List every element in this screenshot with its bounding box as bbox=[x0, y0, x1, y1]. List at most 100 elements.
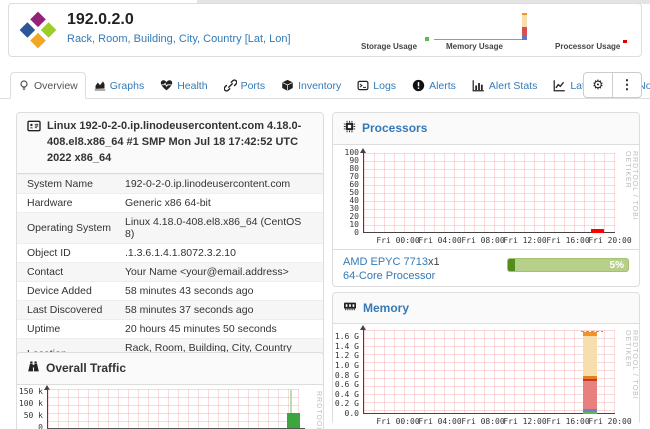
librenms-device-overview-page: 192.0.2.0 Rack, Room, Building, City, Co… bbox=[0, 0, 650, 429]
memory-usage-minigraph-bar bbox=[522, 13, 527, 40]
tab-health[interactable]: Health bbox=[152, 72, 215, 99]
x-tick-label: Fri 16:00 bbox=[546, 237, 590, 245]
tab-label: Overview bbox=[34, 80, 78, 92]
y-tick-label: 0 bbox=[333, 229, 359, 237]
processors-heading: Processors bbox=[333, 113, 639, 145]
y-tick-label: 50 k bbox=[17, 412, 43, 420]
system-info-heading: Linux 192-0-2-0.ip.linodeusercontent.com… bbox=[17, 113, 323, 174]
memory-usage-minigraph[interactable] bbox=[434, 39, 524, 40]
overall-traffic-graph[interactable]: 150 k 100 k 50 k 0 RRDTOOL / TOBI OETIKE… bbox=[17, 385, 323, 429]
y-tick-label: 1.0 G bbox=[333, 362, 359, 370]
device-tab-bar: Overview Graphs Health Ports Inventory L… bbox=[0, 72, 650, 99]
id-card-icon bbox=[27, 119, 41, 138]
cpu-name-link[interactable]: AMD EPYC 7713 bbox=[343, 256, 428, 268]
device-location-link[interactable]: Rack, Room, Building, City, Country [Lat… bbox=[67, 33, 291, 45]
tab-label: Ports bbox=[241, 80, 266, 92]
tab-label: Alerts bbox=[429, 80, 456, 92]
tab-graphs[interactable]: Graphs bbox=[86, 72, 152, 99]
device-title: 192.0.2.0 bbox=[67, 11, 134, 29]
device-settings-button[interactable]: ⚙ bbox=[583, 72, 613, 98]
table-row: System Name192-0-2-0.ip.linodeuserconten… bbox=[17, 174, 323, 193]
x-tick-label: Fri 12:00 bbox=[503, 418, 547, 426]
tabs: Overview Graphs Health Ports Inventory L… bbox=[10, 72, 650, 99]
tab-logs[interactable]: Logs bbox=[349, 72, 404, 99]
x-tick-label: Fri 04:00 bbox=[418, 237, 462, 245]
tab-alert-stats[interactable]: Alert Stats bbox=[464, 72, 545, 99]
tab-label: Health bbox=[177, 80, 207, 92]
gear-icon: ⚙ bbox=[592, 77, 604, 93]
table-row: Object ID.1.3.6.1.4.1.8072.3.2.10 bbox=[17, 243, 323, 262]
memory-heading: Memory bbox=[333, 293, 639, 324]
y-tick-label: 1.2 G bbox=[333, 352, 359, 360]
table-row: Last Discovered58 minutes 37 seconds ago bbox=[17, 300, 323, 319]
y-tick-label: 0.4 G bbox=[333, 391, 359, 399]
y-tick-label: 0.2 G bbox=[333, 400, 359, 408]
processor-usage-minigraph[interactable] bbox=[623, 40, 627, 43]
y-tick-label: 100 k bbox=[17, 400, 43, 408]
processors-graph[interactable]: 100 90 80 70 60 50 40 30 20 10 0 Fri 00:… bbox=[333, 145, 639, 249]
cpu-plot bbox=[363, 153, 615, 233]
device-more-menu-button[interactable]: ⋮ bbox=[612, 72, 642, 98]
tab-ports[interactable]: Ports bbox=[216, 72, 274, 99]
overall-traffic-heading: Overall Traffic bbox=[17, 353, 323, 385]
y-tick-label: 0.6 G bbox=[333, 381, 359, 389]
bar-chart-icon bbox=[472, 79, 485, 92]
y-tick-label: 0.8 G bbox=[333, 372, 359, 380]
table-row: Operating SystemLinux 4.18.0-408.el8.x86… bbox=[17, 212, 323, 243]
traffic-inbound-bar bbox=[287, 413, 300, 428]
table-row: Uptime20 hours 45 minutes 50 seconds bbox=[17, 319, 323, 338]
binoculars-icon bbox=[27, 359, 40, 378]
line-chart-icon bbox=[553, 79, 566, 92]
traffic-plot bbox=[47, 389, 299, 429]
x-tick-label: Fri 00:00 bbox=[376, 418, 420, 426]
device-header-panel: 192.0.2.0 Rack, Room, Building, City, Co… bbox=[8, 3, 642, 57]
terminal-icon bbox=[357, 79, 369, 92]
area-chart-icon bbox=[94, 79, 106, 92]
memory-plot bbox=[363, 330, 615, 414]
x-tick-label: Fri 16:00 bbox=[546, 418, 590, 426]
lightbulb-icon bbox=[18, 79, 30, 92]
processor-list-row: AMD EPYC 7713 x1 64-Core Processor 5% bbox=[333, 249, 639, 286]
cpu-usage-bar bbox=[591, 229, 604, 233]
table-row: HardwareGeneric x86 64-bit bbox=[17, 193, 323, 212]
kebab-menu-icon: ⋮ bbox=[621, 77, 634, 93]
x-tick-label: Fri 04:00 bbox=[418, 418, 462, 426]
x-tick-label: Fri 08:00 bbox=[461, 418, 505, 426]
heartbeat-icon bbox=[160, 79, 173, 92]
memory-usage-label: Memory Usage bbox=[446, 42, 503, 51]
link-icon bbox=[224, 79, 237, 92]
cpu-usage-progress-fill bbox=[508, 259, 515, 271]
cpu-usage-progress-bar: 5% bbox=[507, 258, 629, 272]
rrdtool-watermark: RRDTOOL / TOBI OETIKER bbox=[315, 391, 322, 429]
processor-usage-label: Processor Usage bbox=[555, 42, 620, 51]
system-description: Linux 192-0-2-0.ip.linodeusercontent.com… bbox=[47, 119, 313, 167]
tab-alerts[interactable]: Alerts bbox=[404, 72, 464, 99]
system-info-panel: Linux 192-0-2-0.ip.linodeusercontent.com… bbox=[16, 112, 324, 392]
rrdtool-watermark: RRDTOOL / TOBI OETIKER bbox=[624, 330, 638, 428]
tab-label: Graphs bbox=[110, 80, 144, 92]
cpu-description-link[interactable]: 64-Core Processor bbox=[343, 270, 435, 282]
tab-label: Logs bbox=[373, 80, 396, 92]
tab-label: Inventory bbox=[298, 80, 341, 92]
table-row: Device Added58 minutes 43 seconds ago bbox=[17, 281, 323, 300]
x-tick-label: Fri 08:00 bbox=[461, 237, 505, 245]
memory-title: Memory bbox=[363, 300, 409, 317]
memory-graph[interactable]: 1.6 G 1.4 G 1.2 G 1.0 G 0.8 G 0.6 G 0.4 … bbox=[333, 324, 639, 428]
overall-traffic-panel: Overall Traffic 150 k 100 k 50 k 0 RRDTO… bbox=[16, 352, 324, 429]
y-tick-label: 150 k bbox=[17, 388, 43, 396]
x-tick-label: Fri 00:00 bbox=[376, 237, 420, 245]
processors-panel: Processors 100 90 80 70 60 50 40 30 20 1… bbox=[332, 112, 640, 287]
storage-usage-minigraph[interactable] bbox=[425, 37, 429, 41]
storage-usage-label: Storage Usage bbox=[361, 42, 417, 51]
tab-inventory[interactable]: Inventory bbox=[273, 72, 349, 99]
processors-title: Processors bbox=[362, 120, 427, 137]
memory-ram-icon bbox=[343, 299, 357, 317]
tab-label: Alert Stats bbox=[489, 80, 537, 92]
rrdtool-watermark: RRDTOOL / TOBI OETIKER bbox=[624, 151, 638, 249]
overall-traffic-title: Overall Traffic bbox=[46, 360, 126, 377]
memory-stack-other bbox=[583, 412, 597, 414]
table-row: ContactYour Name <your@email.address> bbox=[17, 262, 323, 281]
y-tick-label: 1.4 G bbox=[333, 343, 359, 351]
tab-overview[interactable]: Overview bbox=[10, 72, 86, 99]
y-tick-label: 1.6 G bbox=[333, 333, 359, 341]
